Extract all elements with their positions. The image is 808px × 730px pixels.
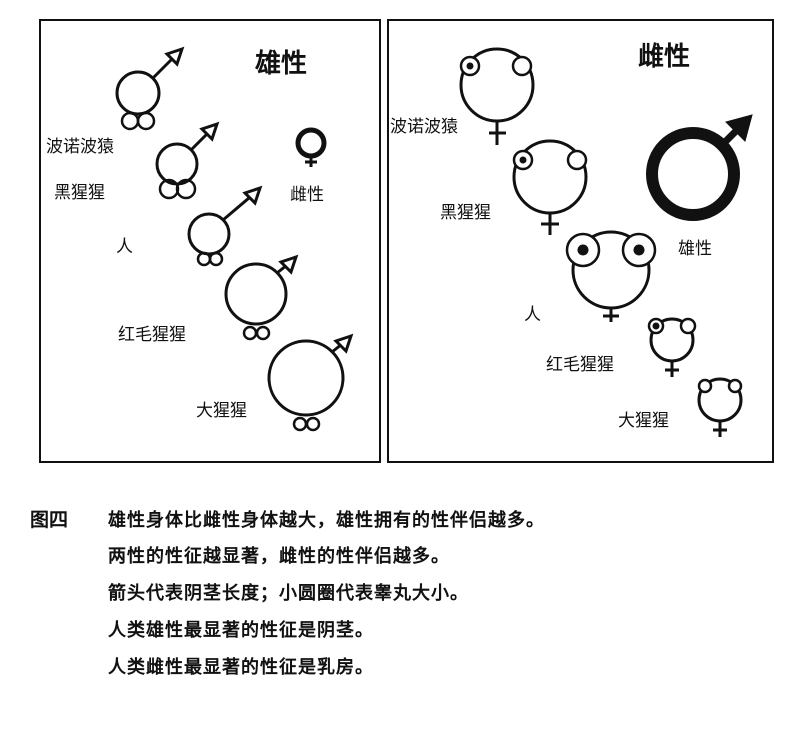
- male-panel-frame: [39, 19, 381, 463]
- male-reference-symbol: [646, 114, 753, 221]
- human-female-symbol: [565, 230, 657, 322]
- female-panel: 雌性 波诺波猿 黑猩猩 人 红毛猩猩 大猩猩 雄性: [387, 19, 774, 463]
- caption-line: 两性的性征越显著，雌性的性伴侣越多。: [108, 546, 450, 567]
- male-label-gorilla: 大猩猩: [196, 401, 247, 421]
- bonobo-male-symbol: [115, 46, 185, 131]
- male-label-chimpanzee: 黑猩猩: [54, 183, 105, 203]
- female-reference-symbol: [295, 127, 327, 167]
- male-panel-title: 雄性: [254, 49, 307, 79]
- gorilla-female-symbol: [697, 377, 743, 437]
- diagram: 雄性 波诺波猿 黑猩猩 人 红毛猩猩 大猩猩 雌性 雌性 波诺波猿 黑猩猩 人 …: [39, 19, 774, 463]
- orangutan-female-symbol: [647, 317, 697, 377]
- male-reference-label: 雄性: [678, 239, 712, 259]
- gorilla-male-symbol: [267, 333, 354, 432]
- female-label-orangutan: 红毛猩猩: [546, 355, 614, 375]
- female-label-gorilla: 大猩猩: [618, 411, 669, 431]
- male-panel: 雄性 波诺波猿 黑猩猩 人 红毛猩猩 大猩猩 雌性: [39, 19, 381, 463]
- female-label-human: 人: [524, 305, 541, 325]
- caption-row: 两性的性征越显著，雌性的性伴侣越多。: [30, 542, 790, 579]
- chimpanzee-female-symbol: [512, 139, 588, 235]
- caption-row: 图四 雄性身体比雌性身体越大，雄性拥有的性伴侣越多。: [30, 505, 790, 542]
- female-reference-label: 雌性: [290, 185, 324, 205]
- male-label-human: 人: [116, 237, 133, 257]
- human-male-symbol: [187, 185, 263, 267]
- caption-line: 人类雌性最显著的性征是乳房。: [108, 657, 374, 678]
- figure-caption: 图四 雄性身体比雌性身体越大，雄性拥有的性伴侣越多。 两性的性征越显著，雌性的性…: [30, 505, 790, 690]
- female-label-bonobo: 波诺波猿: [390, 117, 458, 137]
- caption-line: 雄性身体比雌性身体越大，雄性拥有的性伴侣越多。: [108, 510, 545, 531]
- caption-line: 箭头代表阴茎长度；小圆圈代表睾丸大小。: [108, 583, 469, 604]
- orangutan-male-symbol: [224, 254, 299, 341]
- caption-row: 人类雌性最显著的性征是乳房。: [30, 653, 790, 690]
- male-label-orangutan: 红毛猩猩: [118, 325, 186, 345]
- caption-row: 人类雄性最显著的性征是阴茎。: [30, 616, 790, 653]
- male-label-bonobo: 波诺波猿: [46, 137, 114, 157]
- figure-label: 图四: [30, 509, 69, 531]
- bonobo-female-symbol: [459, 47, 535, 145]
- chimpanzee-male-symbol: [155, 121, 220, 200]
- caption-row: 箭头代表阴茎长度；小圆圈代表睾丸大小。: [30, 579, 790, 616]
- female-panel-title: 雌性: [638, 41, 690, 72]
- caption-line: 人类雄性最显著的性征是阴茎。: [108, 620, 374, 641]
- female-label-chimpanzee: 黑猩猩: [440, 203, 491, 223]
